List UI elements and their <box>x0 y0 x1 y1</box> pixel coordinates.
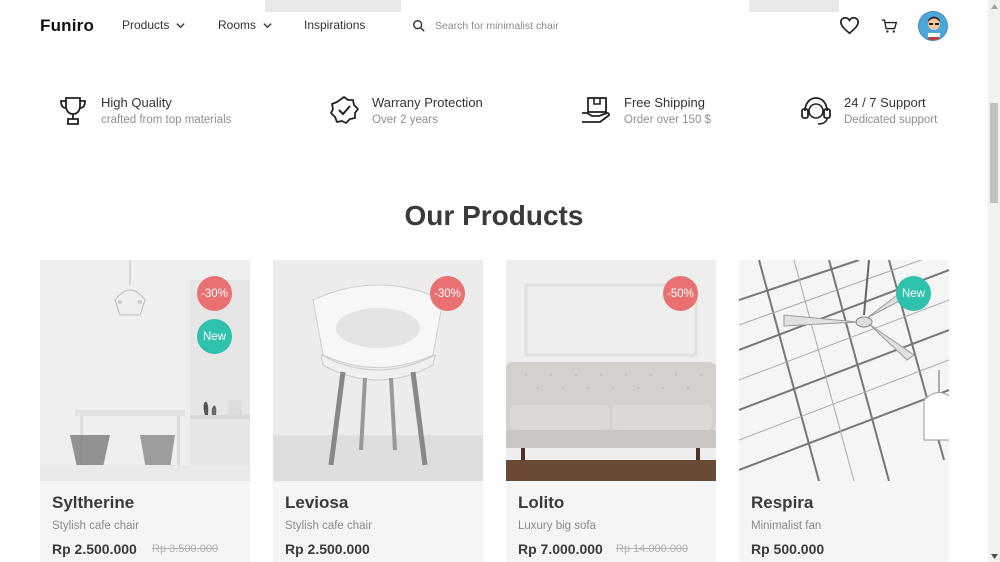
nav-inspirations[interactable]: Inspirations <box>304 18 365 32</box>
hero-image-strip <box>749 0 839 12</box>
discount-badge: -30% <box>197 276 232 311</box>
product-old-price: Rp 14.000.000 <box>616 543 689 555</box>
discount-badge: -30% <box>430 276 465 311</box>
feature-high-quality: High Quality crafted from top materials <box>56 94 231 129</box>
product-old-price: Rp 3.500.000 <box>152 543 219 555</box>
nav-inspirations-label: Inspirations <box>304 18 366 32</box>
logo[interactable]: Funiro <box>40 16 94 36</box>
product-name: Syltherine <box>52 493 135 512</box>
product-price: Rp 500.000 <box>751 541 825 557</box>
chevron-down-icon <box>176 22 186 28</box>
product-description: Minimalist fan <box>751 520 822 532</box>
new-badge: New <box>896 276 931 311</box>
wishlist-button[interactable] <box>838 14 860 36</box>
nav-rooms[interactable]: Rooms <box>218 18 273 32</box>
feature-title: High Quality <box>101 95 172 110</box>
shipping-box-icon <box>582 97 610 123</box>
search-bar <box>401 10 749 42</box>
nav-products[interactable]: Products <box>122 18 186 32</box>
search-icon <box>413 20 425 32</box>
feature-title: Warrany Protection <box>372 95 483 110</box>
cart-icon <box>881 19 897 33</box>
product-name: Leviosa <box>285 493 349 512</box>
new-badge: New <box>197 319 232 354</box>
heart-icon <box>839 16 859 34</box>
feature-subtitle: crafted from top materials <box>101 114 232 126</box>
product-card-respira[interactable]: New Respira Minimalist fan Rp 500.000 <box>739 260 949 562</box>
nav-products-label: Products <box>122 18 170 32</box>
nav-rooms-label: Rooms <box>218 18 257 32</box>
page-scrollbar[interactable] <box>988 0 1000 562</box>
scrollbar-thumb[interactable] <box>990 103 998 203</box>
feature-support: 24 / 7 Support Dedicated support <box>799 94 937 129</box>
cart-button[interactable] <box>879 16 899 36</box>
search-input[interactable] <box>435 20 725 32</box>
feature-title: Free Shipping <box>624 95 705 110</box>
product-name: Respira <box>751 493 814 512</box>
feature-warranty: Warrany Protection Over 2 years <box>327 94 483 129</box>
trophy-icon <box>60 97 86 125</box>
product-card-lolito[interactable]: -50% Lolito Luxury big sofa Rp 7.000.000… <box>506 260 716 562</box>
headset-support-icon <box>801 97 831 125</box>
product-description: Stylish cafe chair <box>52 520 139 532</box>
product-name: Lolito <box>518 493 565 512</box>
feature-subtitle: Over 2 years <box>372 114 438 126</box>
feature-subtitle: Dedicated support <box>844 114 938 126</box>
section-title: Our Products <box>404 200 584 231</box>
feature-title: 24 / 7 Support <box>844 95 926 110</box>
product-price: Rp 2.500.000 <box>285 541 370 557</box>
scroll-up-icon[interactable] <box>988 0 1000 12</box>
hero-image-strip <box>265 0 401 12</box>
discount-badge: -50% <box>663 276 698 311</box>
product-description: Luxury big sofa <box>518 520 596 532</box>
user-avatar[interactable] <box>918 11 948 41</box>
product-card-syltherine[interactable]: -30% New Syltherine Stylish cafe chair R… <box>40 260 250 562</box>
product-card-leviosa[interactable]: -30% Leviosa Stylish cafe chair Rp 2.500… <box>273 260 483 562</box>
guarantee-check-icon <box>330 96 359 124</box>
site-header: Funiro Products Rooms Inspirations <box>0 0 988 56</box>
product-price: Rp 2.500.000 <box>52 541 137 557</box>
feature-subtitle: Order over 150 $ <box>624 114 711 126</box>
chevron-down-icon <box>263 22 272 28</box>
avatar-image <box>919 12 947 40</box>
feature-free-shipping: Free Shipping Order over 150 $ <box>579 94 711 129</box>
product-price: Rp 7.000.000 <box>518 541 603 557</box>
scroll-down-icon[interactable] <box>988 550 1000 562</box>
product-description: Stylish cafe chair <box>285 520 372 532</box>
